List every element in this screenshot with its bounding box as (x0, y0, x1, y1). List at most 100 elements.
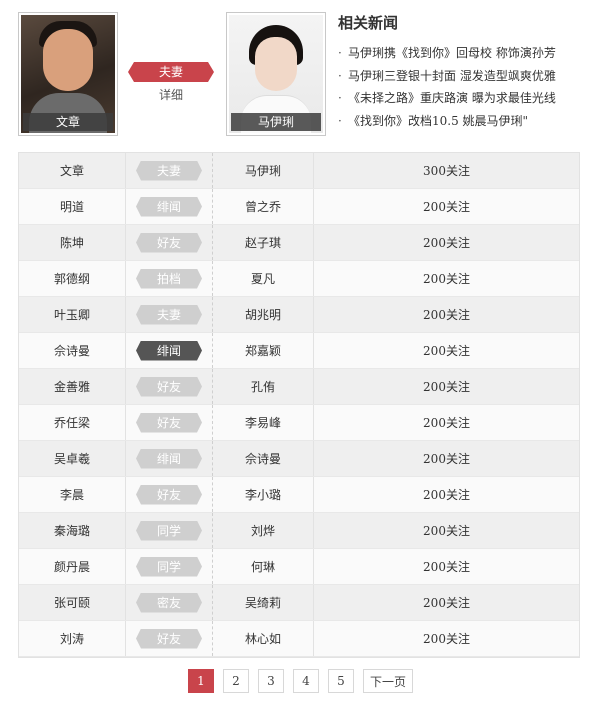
person-b-name[interactable]: 何琳 (251, 558, 275, 575)
person-b-name[interactable]: 刘烨 (251, 522, 275, 539)
relation-tag[interactable]: 夫妻 (136, 161, 202, 181)
page-link-1[interactable]: 1 (188, 669, 214, 693)
follow-count: 200关注 (423, 344, 470, 358)
relation-tag[interactable]: 好友 (136, 485, 202, 505)
person-a-cell[interactable]: 颜丹晨 (19, 549, 126, 584)
next-page-button[interactable]: 下一页 (363, 669, 413, 693)
person-b-cell[interactable]: 李易峰 (213, 405, 314, 440)
left-person-card[interactable]: 文章 (18, 12, 118, 136)
right-person-card[interactable]: 马伊琍 (226, 12, 326, 136)
person-b-name[interactable]: 夏凡 (251, 270, 275, 287)
page-link-5[interactable]: 5 (328, 669, 354, 693)
left-person-photo[interactable]: 文章 (21, 15, 115, 133)
person-b-cell[interactable]: 马伊琍 (213, 153, 314, 188)
person-b-name[interactable]: 李易峰 (245, 414, 281, 431)
person-b-cell[interactable]: 何琳 (213, 549, 314, 584)
news-item-text[interactable]: 马伊琍三登银十封面 湿发造型飒爽优雅 (348, 69, 556, 83)
person-a-cell[interactable]: 明道 (19, 189, 126, 224)
relation-tag[interactable]: 同学 (136, 521, 202, 541)
person-a-name[interactable]: 郭德纲 (54, 270, 90, 287)
person-b-name[interactable]: 胡兆明 (245, 306, 281, 323)
person-a-name[interactable]: 秦海璐 (54, 522, 90, 539)
person-a-name[interactable]: 叶玉卿 (54, 306, 90, 323)
person-b-cell[interactable]: 吴绮莉 (213, 585, 314, 620)
person-a-name[interactable]: 明道 (60, 198, 84, 215)
table-row: 陈坤 好友 赵子琪 200关注 (19, 225, 579, 261)
follow-cell: 300关注 (314, 153, 579, 188)
person-b-cell[interactable]: 刘烨 (213, 513, 314, 548)
person-a-cell[interactable]: 李晨 (19, 477, 126, 512)
person-b-cell[interactable]: 李小璐 (213, 477, 314, 512)
person-a-name[interactable]: 陈坤 (60, 234, 84, 251)
page-link-3[interactable]: 3 (258, 669, 284, 693)
news-item[interactable]: · 《找到你》改档10.5 姚晨马伊琍" (338, 110, 556, 133)
person-b-name[interactable]: 佘诗曼 (245, 450, 281, 467)
person-b-cell[interactable]: 夏凡 (213, 261, 314, 296)
person-a-cell[interactable]: 吴卓羲 (19, 441, 126, 476)
person-a-name[interactable]: 吴卓羲 (54, 450, 90, 467)
person-a-cell[interactable]: 张可颐 (19, 585, 126, 620)
person-a-name[interactable]: 金善雅 (54, 378, 90, 395)
person-a-name[interactable]: 乔任梁 (54, 414, 90, 431)
news-item-text[interactable]: 马伊琍携《找到你》回母校 称饰演孙芳 (348, 46, 556, 60)
person-b-name[interactable]: 曾之乔 (245, 198, 281, 215)
relation-tag[interactable]: 绯闻 (136, 197, 202, 217)
person-b-name[interactable]: 林心如 (245, 630, 281, 647)
person-b-name[interactable]: 吴绮莉 (245, 594, 281, 611)
news-item-text[interactable]: 《未择之路》重庆路演 曝为求最佳光线 (348, 91, 556, 105)
person-b-cell[interactable]: 孔侑 (213, 369, 314, 404)
table-row: 郭德纲 拍档 夏凡 200关注 (19, 261, 579, 297)
relation-tag[interactable]: 拍档 (136, 269, 202, 289)
relation-cell: 拍档 (126, 261, 213, 296)
follow-cell: 200关注 (314, 333, 579, 368)
relation-tag[interactable]: 密友 (136, 593, 202, 613)
relation-tag[interactable]: 好友 (136, 377, 202, 397)
person-b-name[interactable]: 马伊琍 (245, 162, 281, 179)
person-a-cell[interactable]: 佘诗曼 (19, 333, 126, 368)
page-link-2[interactable]: 2 (223, 669, 249, 693)
person-a-name[interactable]: 张可颐 (54, 594, 90, 611)
person-a-cell[interactable]: 刘涛 (19, 621, 126, 656)
person-b-name[interactable]: 李小璐 (245, 486, 281, 503)
person-b-name[interactable]: 孔侑 (251, 378, 275, 395)
news-item-text[interactable]: 《找到你》改档10.5 姚晨马伊琍" (348, 114, 528, 128)
relation-cell: 同学 (126, 549, 213, 584)
person-b-cell[interactable]: 佘诗曼 (213, 441, 314, 476)
right-person-photo[interactable]: 马伊琍 (229, 15, 323, 133)
person-a-cell[interactable]: 叶玉卿 (19, 297, 126, 332)
relation-tag[interactable]: 好友 (136, 629, 202, 649)
person-b-name[interactable]: 郑嘉颖 (245, 342, 281, 359)
person-a-name[interactable]: 佘诗曼 (54, 342, 90, 359)
relation-tag[interactable]: 同学 (136, 557, 202, 577)
person-b-cell[interactable]: 郑嘉颖 (213, 333, 314, 368)
person-a-cell[interactable]: 文章 (19, 153, 126, 188)
person-b-name[interactable]: 赵子琪 (245, 234, 281, 251)
relation-tag[interactable]: 绯闻 (136, 449, 202, 469)
news-item[interactable]: · 马伊琍携《找到你》回母校 称饰演孙芳 (338, 42, 556, 65)
person-b-cell[interactable]: 赵子琪 (213, 225, 314, 260)
page-link-4[interactable]: 4 (293, 669, 319, 693)
relation-tag[interactable]: 夫妻 (136, 305, 202, 325)
person-a-cell[interactable]: 乔任梁 (19, 405, 126, 440)
person-a-cell[interactable]: 秦海璐 (19, 513, 126, 548)
person-b-cell[interactable]: 曾之乔 (213, 189, 314, 224)
news-item[interactable]: · 《未择之路》重庆路演 曝为求最佳光线 (338, 87, 556, 110)
relation-tag[interactable]: 绯闻 (136, 341, 202, 361)
person-a-cell[interactable]: 金善雅 (19, 369, 126, 404)
relation-tag[interactable]: 好友 (136, 413, 202, 433)
person-a-name[interactable]: 李晨 (60, 486, 84, 503)
relation-detail-link[interactable]: 详细 (128, 86, 214, 103)
news-item[interactable]: · 马伊琍三登银十封面 湿发造型飒爽优雅 (338, 65, 556, 88)
left-person-name: 文章 (23, 113, 113, 131)
person-a-name[interactable]: 颜丹晨 (54, 558, 90, 575)
person-b-cell[interactable]: 林心如 (213, 621, 314, 656)
relation-badge: 夫妻 (128, 62, 214, 82)
follow-count: 200关注 (423, 452, 470, 466)
person-b-cell[interactable]: 胡兆明 (213, 297, 314, 332)
person-a-cell[interactable]: 郭德纲 (19, 261, 126, 296)
table-row: 李晨 好友 李小璐 200关注 (19, 477, 579, 513)
relation-tag[interactable]: 好友 (136, 233, 202, 253)
person-a-name[interactable]: 刘涛 (60, 630, 84, 647)
person-a-cell[interactable]: 陈坤 (19, 225, 126, 260)
person-a-name[interactable]: 文章 (60, 162, 84, 179)
